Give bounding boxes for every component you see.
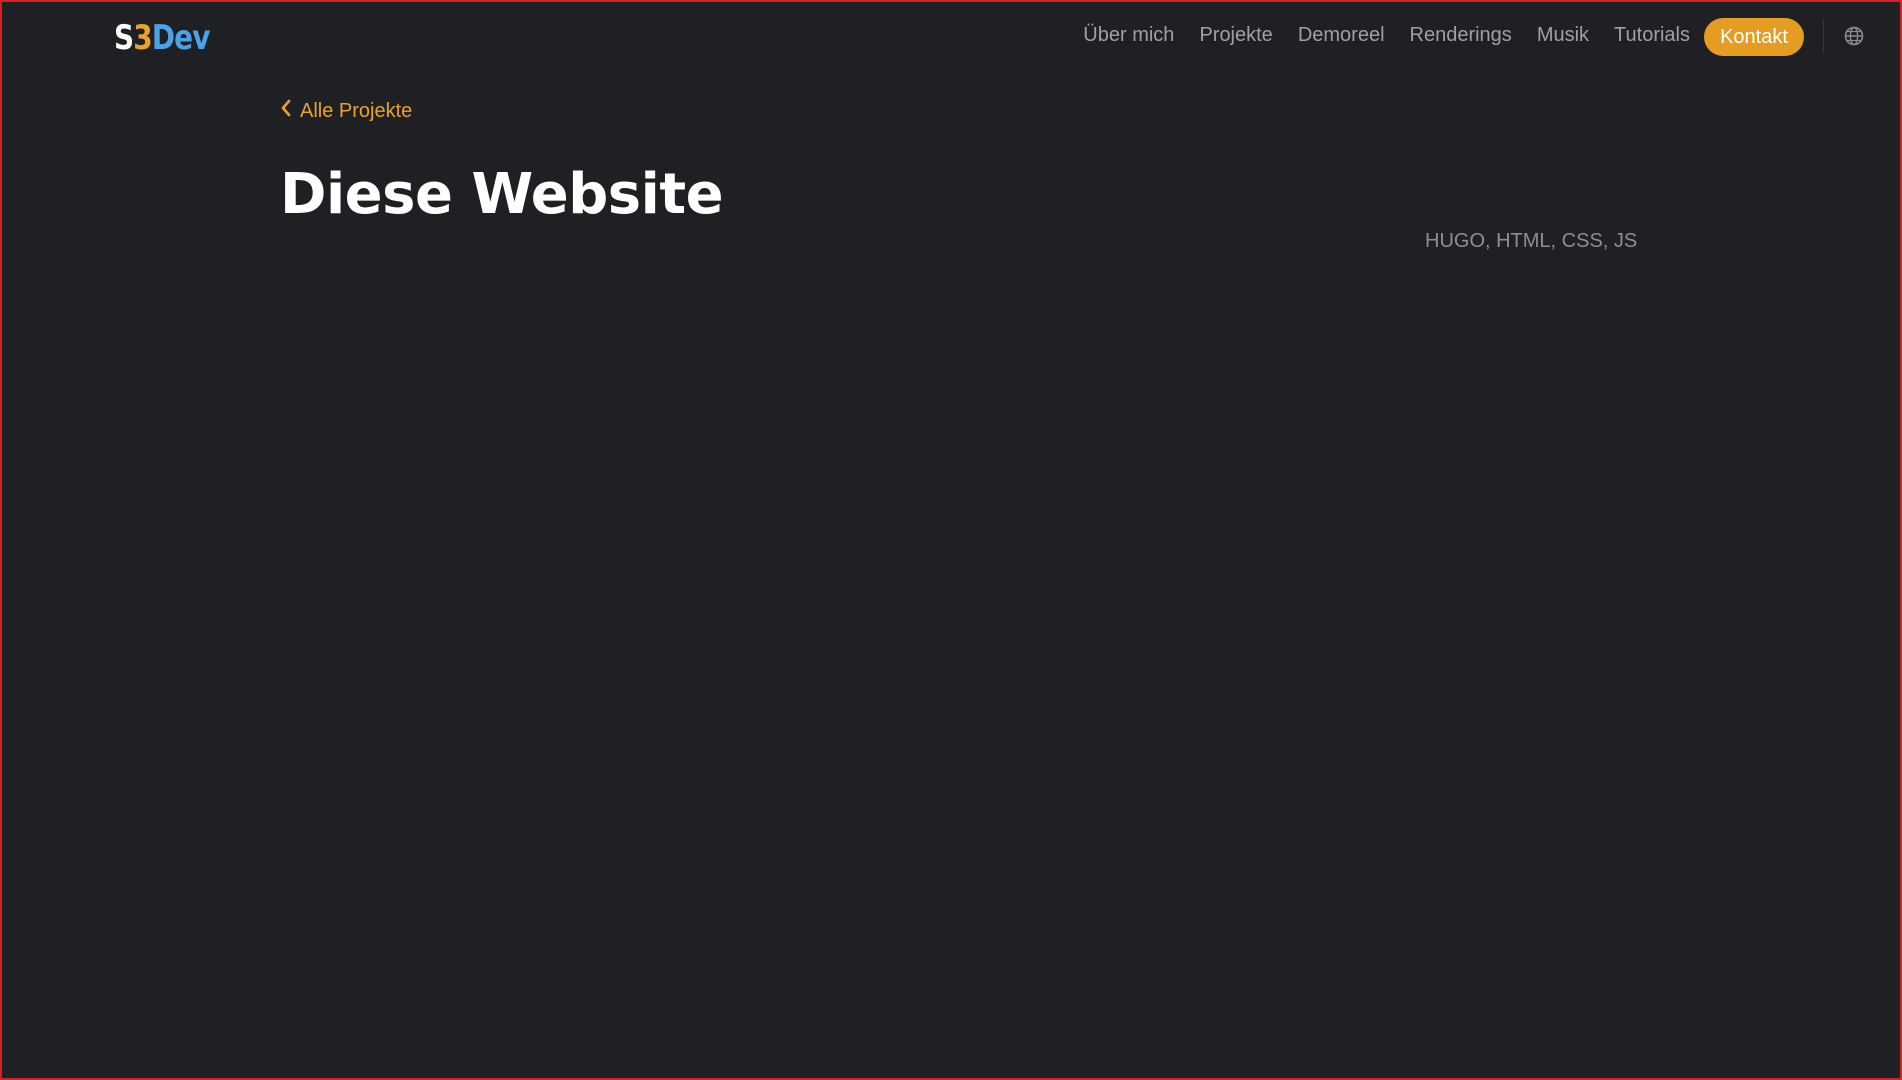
nav-divider <box>1823 19 1824 53</box>
logo-3: 3 <box>133 18 152 58</box>
page-title: Diese Website <box>280 162 724 227</box>
project-tags: HUGO, HTML, CSS, JS <box>1425 230 1638 252</box>
contact-button[interactable]: Kontakt <box>1704 18 1804 56</box>
nav-item-ueber-mich[interactable]: Über mich <box>1083 24 1174 47</box>
logo-dev: Dev <box>151 18 211 58</box>
back-link-label: Alle Projekte <box>300 99 413 122</box>
nav-item-tutorials[interactable]: Tutorials <box>1614 24 1690 47</box>
loading-placeholder: · · <box>744 915 814 926</box>
chevron-left-icon <box>280 99 292 123</box>
site-logo[interactable]: S 3 Dev <box>114 18 211 58</box>
back-to-projects-link[interactable]: Alle Projekte <box>280 99 412 123</box>
nav-item-renderings[interactable]: Renderings <box>1410 24 1512 47</box>
main-nav: Über mich Projekte Demoreel Renderings M… <box>1083 24 1690 47</box>
nav-item-projekte[interactable]: Projekte <box>1199 24 1272 47</box>
nav-item-musik[interactable]: Musik <box>1537 24 1589 47</box>
navbar: S 3 Dev Über mich Projekte Demoreel Rend… <box>2 2 1900 72</box>
logo-s: S <box>114 18 134 58</box>
nav-item-demoreel[interactable]: Demoreel <box>1298 24 1385 47</box>
globe-icon[interactable] <box>1844 26 1864 46</box>
